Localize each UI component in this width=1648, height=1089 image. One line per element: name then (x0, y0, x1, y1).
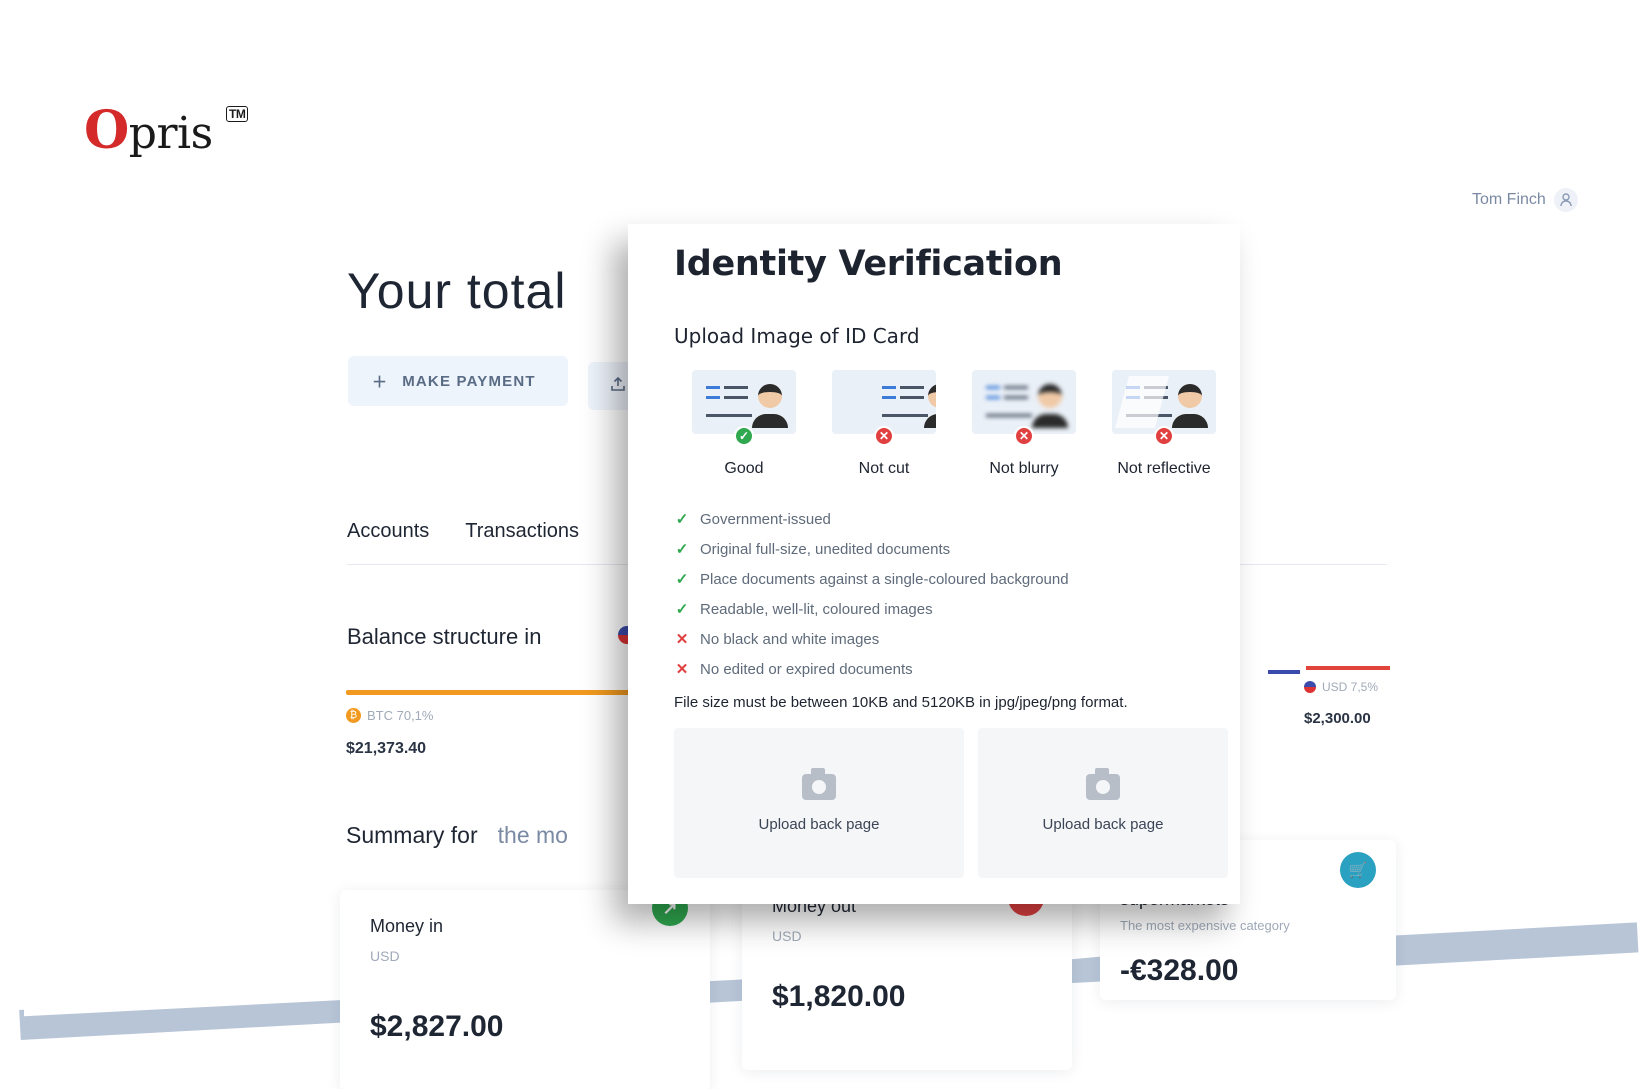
check-icon: ✓ (675, 541, 689, 558)
user-name: Tom Finch (1472, 191, 1546, 208)
upload-back-page-dropzone-2[interactable]: Upload back page (978, 728, 1228, 878)
tab-accounts[interactable]: Accounts (347, 520, 429, 543)
shopping-cart-icon: 🛒 (1340, 852, 1376, 888)
camera-icon (802, 767, 836, 800)
page-title: Your total (347, 263, 567, 319)
us-flag-icon (1304, 681, 1316, 693)
example-not-blurry: ✕ Not blurry (954, 370, 1094, 478)
id-card-icon (692, 370, 796, 434)
brand-name: pris (128, 108, 213, 159)
usd-share-bar (1306, 666, 1390, 670)
id-card-icon (832, 370, 936, 434)
id-card-icon (972, 370, 1076, 434)
check-icon: ✓ (734, 426, 754, 446)
btc-amount: $21,373.40 (346, 740, 427, 757)
share-bar-blue (1268, 670, 1300, 674)
camera-icon (1086, 767, 1120, 800)
user-icon (1553, 188, 1578, 212)
check-icon: ✓ (675, 571, 689, 588)
list-item: ✕ No black and white images (675, 630, 880, 649)
summary-heading: Summary for the mo (346, 822, 568, 849)
balance-structure-title: Balance structure in (347, 624, 542, 649)
modal-title: Identity Verification (674, 244, 1063, 284)
check-icon: ✓ (675, 601, 689, 618)
money-in-card[interactable]: Money in USD $2,827.00 ↗ (340, 890, 710, 1089)
list-item: ✓ Place documents against a single-colou… (675, 570, 1069, 589)
list-item: ✓ Original full-size, unedited documents (675, 540, 951, 559)
brand-logo[interactable]: Opris TM (84, 100, 249, 161)
list-item: ✓ Readable, well-lit, coloured images (675, 600, 933, 619)
list-item: ✕ No edited or expired documents (675, 660, 913, 679)
upload-icon (610, 376, 626, 397)
modal-subtitle: Upload Image of ID Card (674, 324, 920, 348)
requirements-list: ✓ Government-issued ✓ Original full-size… (674, 504, 1069, 684)
bitcoin-icon: ₿ (346, 708, 361, 723)
trademark-badge: TM (226, 106, 249, 122)
tab-transactions[interactable]: Transactions (465, 520, 579, 543)
cross-icon: ✕ (1154, 426, 1174, 446)
btc-share-label: ₿ BTC 70,1% (346, 708, 433, 723)
usd-amount: $2,300.00 (1304, 710, 1371, 727)
user-menu[interactable]: Tom Finch (1472, 188, 1578, 212)
cross-icon: ✕ (675, 631, 689, 648)
cross-icon: ✕ (1014, 426, 1034, 446)
make-payment-label: Make payment (402, 372, 536, 390)
upload-back-page-dropzone[interactable]: Upload back page (674, 728, 964, 878)
file-size-note: File size must be between 10KB and 5120K… (674, 694, 1128, 711)
identity-verification-modal: Identity Verification Upload Image of ID… (628, 224, 1240, 904)
example-not-reflective: ✕ Not reflective (1094, 370, 1234, 478)
id-card-icon (1112, 370, 1216, 434)
list-item: ✓ Government-issued (675, 510, 831, 529)
btc-share-bar (346, 690, 646, 695)
check-icon: ✓ (675, 511, 689, 528)
example-good: ✓ Good (674, 370, 814, 478)
dashboard-tabs: Accounts Transactions (347, 520, 579, 543)
plus-icon: ＋ (372, 373, 389, 391)
usd-share-label: USD 7,5% (1304, 680, 1378, 694)
summary-period-select[interactable]: the mo (498, 822, 568, 849)
cross-icon: ✕ (675, 661, 689, 678)
make-payment-button[interactable]: ＋ Make payment (348, 356, 568, 406)
cross-icon: ✕ (874, 426, 894, 446)
example-not-cut: ✕ Not cut (814, 370, 954, 478)
